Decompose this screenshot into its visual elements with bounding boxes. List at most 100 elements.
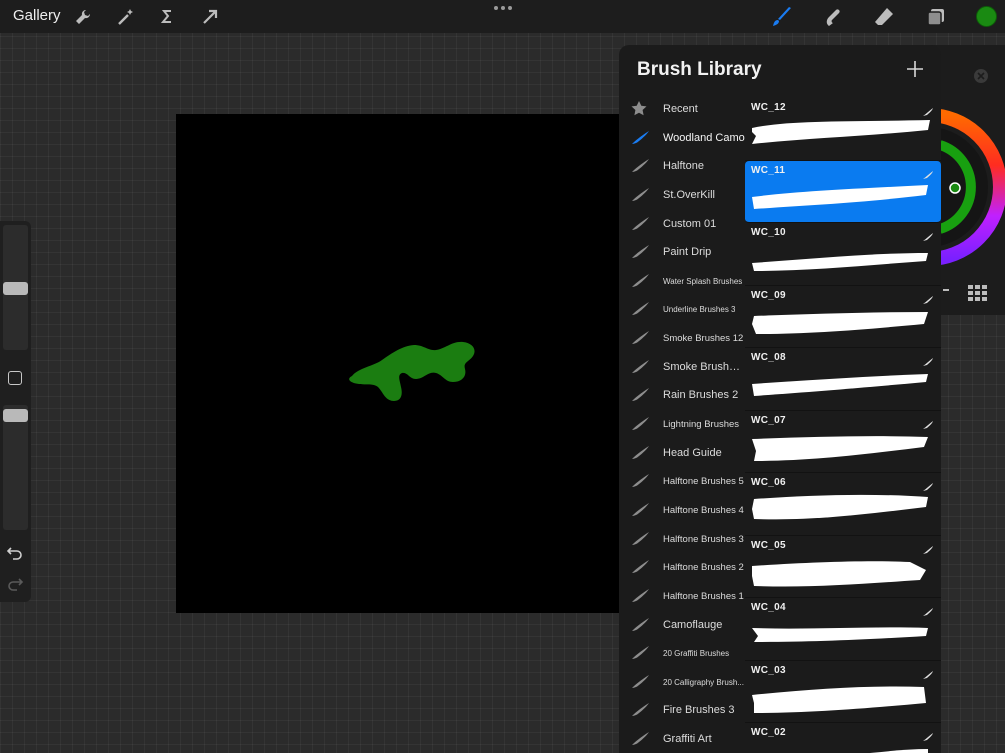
opacity-thumb[interactable] (3, 409, 28, 422)
layers-icon[interactable] (924, 5, 948, 29)
palette-grid-icon[interactable] (968, 285, 987, 306)
brush-stroke-preview (750, 116, 932, 150)
brush-type-icon (923, 541, 933, 554)
brush-set-label: Rain Brushes 2 (663, 389, 739, 402)
brush-stroke-icon (631, 702, 650, 717)
gallery-button[interactable]: Gallery (13, 7, 61, 24)
selection-icon[interactable] (155, 5, 179, 29)
top-toolbar: Gallery (0, 0, 1005, 33)
brush-set-item[interactable]: Smoke Brushes 12 (619, 324, 744, 353)
brush-set-item[interactable]: Lightning Brushes (619, 410, 744, 439)
brush-stroke-icon (631, 473, 650, 488)
brush-stroke-preview (750, 366, 932, 400)
brush-set-label: Underline Brushes 3 (663, 305, 736, 315)
brush-set-item[interactable]: Custom 01 (619, 210, 744, 239)
brush-name: WC_12 (751, 102, 786, 113)
redo-icon[interactable] (6, 575, 24, 593)
more-options-icon[interactable] (494, 6, 512, 12)
brush-set-item[interactable]: Paint Drip (619, 238, 744, 267)
brush-set-item[interactable]: Halftone (619, 152, 744, 181)
brush-item[interactable]: WC_12 (745, 98, 941, 161)
brush-set-item[interactable]: Woodland Camo (619, 124, 745, 153)
brush-set-item[interactable]: Smoke Brushes 4 (619, 353, 745, 382)
opacity-slider[interactable] (3, 405, 28, 530)
brush-type-icon (923, 103, 933, 116)
brush-set-label: Custom 01 (663, 217, 717, 230)
brush-set-item[interactable]: Camoflauge (619, 611, 744, 640)
library-title: Brush Library (637, 59, 762, 80)
add-icon[interactable] (905, 59, 925, 79)
brush-stroke-icon (631, 531, 650, 546)
brush-set-item[interactable]: St.OverKill (619, 181, 744, 210)
brush-stroke-icon (631, 244, 650, 259)
brush-stroke-icon (631, 330, 650, 345)
undo-icon[interactable] (6, 544, 24, 562)
brush-set-label: Camoflauge (663, 618, 723, 631)
magic-wand-icon[interactable] (113, 5, 137, 29)
brush-stroke-icon (631, 617, 650, 632)
brush-set-label: Halftone Brushes 3 (663, 533, 744, 545)
brush-stroke-icon (631, 645, 650, 660)
brush-set-label: 20 Graffiti Brushes (663, 649, 730, 659)
brush-stroke-preview (750, 741, 932, 753)
brush-set-label: St.OverKill (663, 188, 715, 201)
wrench-icon[interactable] (71, 5, 95, 29)
brush-item[interactable]: WC_02 (745, 723, 941, 753)
close-icon[interactable] (974, 69, 988, 83)
brush-set-label: Head Guide (663, 446, 722, 459)
brush-set-item[interactable]: Underline Brushes 3 (619, 295, 744, 324)
brush-stroke-preview (750, 679, 932, 713)
drawing-canvas[interactable] (176, 114, 619, 613)
brush-item[interactable]: WC_07 (745, 411, 941, 473)
brush-item[interactable]: WC_10 (745, 223, 941, 286)
brush-set-item[interactable]: Head Guide (619, 439, 744, 468)
brush-set-label: Halftone Brushes 2 (663, 562, 744, 574)
brush-stroke-preview (750, 241, 932, 275)
brush-name: WC_06 (751, 477, 786, 488)
brush-set-item[interactable]: Halftone Brushes 4 (619, 496, 744, 525)
brush-set-item[interactable]: Graffiti Art (619, 725, 744, 753)
brush-set-item[interactable]: Rain Brushes 2 (619, 381, 744, 410)
brush-list: WC_12 WC_11 WC_10 WC_09 WC_08 WC_07 WC_06 WC_05… (745, 98, 941, 753)
brush-item[interactable]: WC_11 (745, 160, 941, 223)
brush-set-label: Water Splash Brushes (663, 276, 743, 286)
brush-item[interactable]: WC_06 (745, 473, 941, 536)
brush-set-item[interactable]: Halftone Brushes 1 (619, 582, 744, 611)
brush-set-label: Smoke Brushes 12 (663, 333, 744, 345)
modify-button[interactable] (8, 371, 22, 385)
brush-stroke-icon (631, 731, 650, 746)
brush-set-item[interactable]: Halftone Brushes 3 (619, 525, 744, 554)
brush-set-item[interactable]: Water Splash Brushes (619, 267, 744, 296)
brush-set-label: Halftone Brushes 1 (663, 590, 744, 602)
smudge-icon[interactable] (820, 5, 844, 29)
brush-set-item[interactable]: Halftone Brushes 5 (619, 467, 744, 496)
brush-item[interactable]: WC_03 (745, 661, 941, 723)
brush-set-item[interactable]: Recent (619, 95, 744, 124)
brush-set-item[interactable]: 20 Calligraphy Brush... (619, 668, 744, 697)
brush-type-icon (923, 478, 933, 491)
brush-set-item[interactable]: Halftone Brushes 2 (619, 553, 744, 582)
transform-arrow-icon[interactable] (198, 5, 222, 29)
green-paint-blob (349, 341, 475, 401)
brush-stroke-icon (631, 158, 650, 173)
brush-item[interactable]: WC_04 (745, 598, 941, 661)
brush-set-label: Halftone (663, 160, 704, 173)
eraser-icon[interactable] (872, 5, 896, 29)
brush-item[interactable]: WC_05 (745, 536, 941, 598)
brush-stroke-icon (631, 588, 650, 603)
brush-icon[interactable] (770, 5, 794, 29)
brush-stroke-icon (631, 502, 650, 517)
brush-size-thumb[interactable] (3, 282, 28, 295)
color-picker-button[interactable] (976, 6, 997, 27)
brush-name: WC_09 (751, 289, 786, 301)
brush-item[interactable]: WC_09 (745, 286, 941, 348)
brush-set-label: Smoke Brushes 4 (663, 360, 745, 373)
brush-set-item[interactable]: Fire Brushes 3 (619, 696, 744, 725)
brush-library-panel: Brush Library Recent Woodland Camo Halfton… (619, 45, 941, 753)
brush-name: WC_10 (751, 227, 786, 238)
brush-stroke-icon (631, 445, 650, 460)
brush-set-item[interactable]: 20 Graffiti Brushes (619, 639, 744, 668)
brush-item[interactable]: WC_08 (745, 348, 941, 411)
star-icon (631, 101, 650, 116)
brush-type-icon (923, 666, 933, 679)
